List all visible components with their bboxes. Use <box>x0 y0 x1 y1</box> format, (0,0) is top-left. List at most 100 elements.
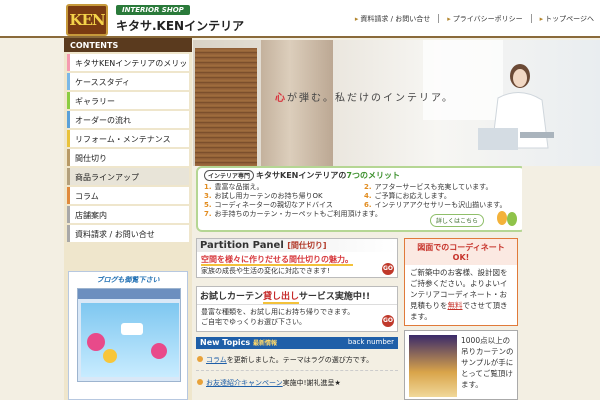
sidebar-item-order-flow[interactable]: オーダーの流れ <box>67 111 189 128</box>
new-topics-title-text: New Topics <box>200 338 251 347</box>
blog-screenshot-body <box>81 303 179 377</box>
store-photo <box>409 335 457 397</box>
merits-title-count: 7つのメリット <box>346 171 400 180</box>
new-topics-title: New Topics 最新情報 <box>200 338 277 348</box>
topic-item: お友達紹介キャンペーン実施中!謝礼進呈★ <box>196 378 398 388</box>
merits-more-button[interactable]: 詳しくはこちら <box>429 214 484 227</box>
sidebar-item-contact[interactable]: 資料請求 / お問い合せ <box>67 225 189 242</box>
flower-icon <box>151 343 167 359</box>
nav-contact-link[interactable]: 資料請求 / お問い合せ <box>355 14 430 24</box>
rental-body-line: 豊富な種類を、お試し用にお持ち帰りできます。 <box>201 308 355 316</box>
rental-title-a: お試しカーテン <box>200 292 264 302</box>
topic-link[interactable]: コラム <box>206 356 227 364</box>
blog-screenshot-titlebar <box>78 289 180 299</box>
merit-number: 4. <box>364 192 372 200</box>
topic-divider <box>196 370 398 371</box>
merit-number: 7. <box>204 210 212 218</box>
topic-item: コラムを更新しました。テーマはラグの選び方です。 <box>196 355 398 365</box>
merit-number: 6. <box>364 201 372 209</box>
hero-copy-rest: が弾む。私だけのインテリア。 <box>287 93 454 104</box>
shop-tag: INTERIOR SHOP <box>116 5 190 15</box>
merit-item: 1. 豊富な品揃え。 <box>204 183 364 192</box>
hero-banner: 心が弾む。私だけのインテリア。 <box>193 40 600 166</box>
blog-banner[interactable]: ブログも御覧下さい <box>68 271 188 400</box>
sidebar-item-column[interactable]: コラム <box>67 187 189 204</box>
sidebar-item-store[interactable]: 店舗案内 <box>67 206 189 223</box>
merit-text: お試し用カーテンのお持ち帰りOK <box>214 192 323 200</box>
rental-go-button[interactable]: GO <box>382 315 394 327</box>
sidebar-item-partition[interactable]: 間仕切り <box>67 149 189 166</box>
wood-blind-image <box>195 48 257 166</box>
merit-item: 6. インテリアアクセサリーも沢山揃います。 <box>364 201 524 210</box>
hero-copy: 心が弾む。私だけのインテリア。 <box>275 89 454 104</box>
merit-item: 5. コーディネーターの親切なアドバイス <box>204 201 364 210</box>
sidebar-item-lineup[interactable]: 商品ラインアップ <box>67 168 189 185</box>
partition-panel-banner[interactable]: Partition Panel [間仕切り] 空間を様々に作りだせる間仕切りの魅… <box>196 238 398 278</box>
partition-headline-text: 空間を様々に作りだせる間仕切りの魅力。 <box>201 255 353 266</box>
blog-screenshot <box>77 288 181 382</box>
merit-number: 2. <box>364 183 372 191</box>
nav-divider <box>530 14 532 23</box>
tulip-icon <box>497 211 517 226</box>
rental-title: お試しカーテン貸し出しサービス実施中!! <box>197 287 397 305</box>
flower-icon <box>87 333 105 351</box>
rental-title-b: 貸し出し <box>263 292 299 304</box>
topic-text: を更新しました。テーマはラグの選び方です。 <box>226 356 374 364</box>
rental-title-c: サービス実施中!! <box>298 292 371 302</box>
sidebar-item-merit[interactable]: キタサKENインテリアのメリット <box>67 54 189 71</box>
merits-box: インテリア専門 キタサKENインテリアの7つのメリット 1. 豊富な品揃え。 2. ア… <box>196 166 526 232</box>
merit-text: ご予算にお応えします。 <box>374 192 451 200</box>
logo[interactable]: KEN <box>66 4 108 36</box>
sidebar-item-reform[interactable]: リフォーム・メンテナンス <box>67 130 189 147</box>
blog-post-thumb <box>121 323 143 335</box>
merits-title: インテリア専門 キタサKENインテリアの7つのメリット <box>204 170 518 181</box>
rental-body-line: ご自宅でゆっくりお選び下さい。 <box>201 318 306 326</box>
merit-text: 豊富な品揃え。 <box>214 183 264 191</box>
sidebar-title: CONTENTS <box>64 38 192 52</box>
sample-text: 1000点以上の吊りカーテンのサンプルが手にとってご覧頂けます。 <box>461 336 514 389</box>
blog-banner-label: ブログも御覧下さい <box>96 276 160 284</box>
header-nav: 資料請求 / お問い合せ プライバシーポリシー トップページへ <box>355 14 594 24</box>
partition-headline: 空間を様々に作りだせる間仕切りの魅力。 <box>197 252 397 266</box>
merit-text: お手持ちのカーテン・カーペットもご利用頂けます。 <box>214 210 382 218</box>
new-topics-subtitle: 最新情報 <box>252 340 277 347</box>
merit-number: 5. <box>204 201 212 209</box>
partition-go-button[interactable]: GO <box>382 263 394 275</box>
site-header: KEN INTERIOR SHOP キタサ.KENインテリア 資料請求 / お問… <box>0 0 600 38</box>
topic-link[interactable]: お友達紹介キャンペーン <box>206 379 283 387</box>
new-topics-header: New Topics 最新情報 back number <box>196 337 398 349</box>
merit-text: コーディネーターの親切なアドバイス <box>214 201 333 209</box>
brand-name: キタサ.KENインテリア <box>116 19 245 33</box>
coordinate-title: 図面でのコーディネートOK! <box>405 239 517 265</box>
merit-item: 3. お試し用カーテンのお持ち帰りOK <box>204 192 364 201</box>
coordinate-free-text: 無料 <box>447 301 463 310</box>
right-background <box>522 166 600 400</box>
sidebar-item-gallery[interactable]: ギャラリー <box>67 92 189 109</box>
coordinate-body: ご新築中のお客様、設計図をご持参ください。よりよいインテリアコーディネート・お見… <box>405 265 517 324</box>
nav-top-link[interactable]: トップページへ <box>540 14 594 24</box>
woman-relaxing-illustration <box>478 64 554 150</box>
topic-text: 実施中!謝礼進呈★ <box>282 379 341 387</box>
sidebar-item-case-study[interactable]: ケーススタディ <box>67 73 189 90</box>
merit-number: 1. <box>204 183 212 191</box>
partition-subtext: 家族の成長や生活の変化に対応できます! <box>201 267 330 275</box>
sidebar: CONTENTS キタサKENインテリアのメリット ケーススタディ ギャラリー … <box>64 38 192 400</box>
partition-title-text: Partition Panel <box>200 240 284 251</box>
merit-text: インテリアアクセサリーも沢山揃います。 <box>374 201 507 209</box>
merits-tag: インテリア専門 <box>204 170 255 181</box>
curtain-sample-box: 1000点以上の吊りカーテンのサンプルが手にとってご覧頂けます。 <box>404 330 518 400</box>
merit-number: 3. <box>204 192 212 200</box>
merits-title-main: キタサKENインテリアの <box>256 171 347 180</box>
flower-icon <box>103 349 117 363</box>
nav-privacy-link[interactable]: プライバシーポリシー <box>447 14 523 24</box>
merit-text: アフターサービスも充実しています。 <box>374 183 493 191</box>
merit-item: 4. ご予算にお応えします。 <box>364 192 524 201</box>
merit-item: 2. アフターサービスも充実しています。 <box>364 183 524 192</box>
partition-title-bracket: [間仕切り] <box>287 241 327 250</box>
logo-text: KEN <box>69 11 105 29</box>
back-number-link[interactable]: back number <box>348 338 394 348</box>
rental-body: 豊富な種類を、お試し用にお持ち帰りできます。 ご自宅でゆっくりお選び下さい。 <box>197 305 397 329</box>
floorplan-coordinate-box: 図面でのコーディネートOK! ご新築中のお客様、設計図をご持参ください。よりよい… <box>404 238 518 326</box>
rental-curtain-banner[interactable]: お試しカーテン貸し出しサービス実施中!! 豊富な種類を、お試し用にお持ち帰りでき… <box>196 286 398 332</box>
hero-copy-accent: 心 <box>275 93 287 104</box>
